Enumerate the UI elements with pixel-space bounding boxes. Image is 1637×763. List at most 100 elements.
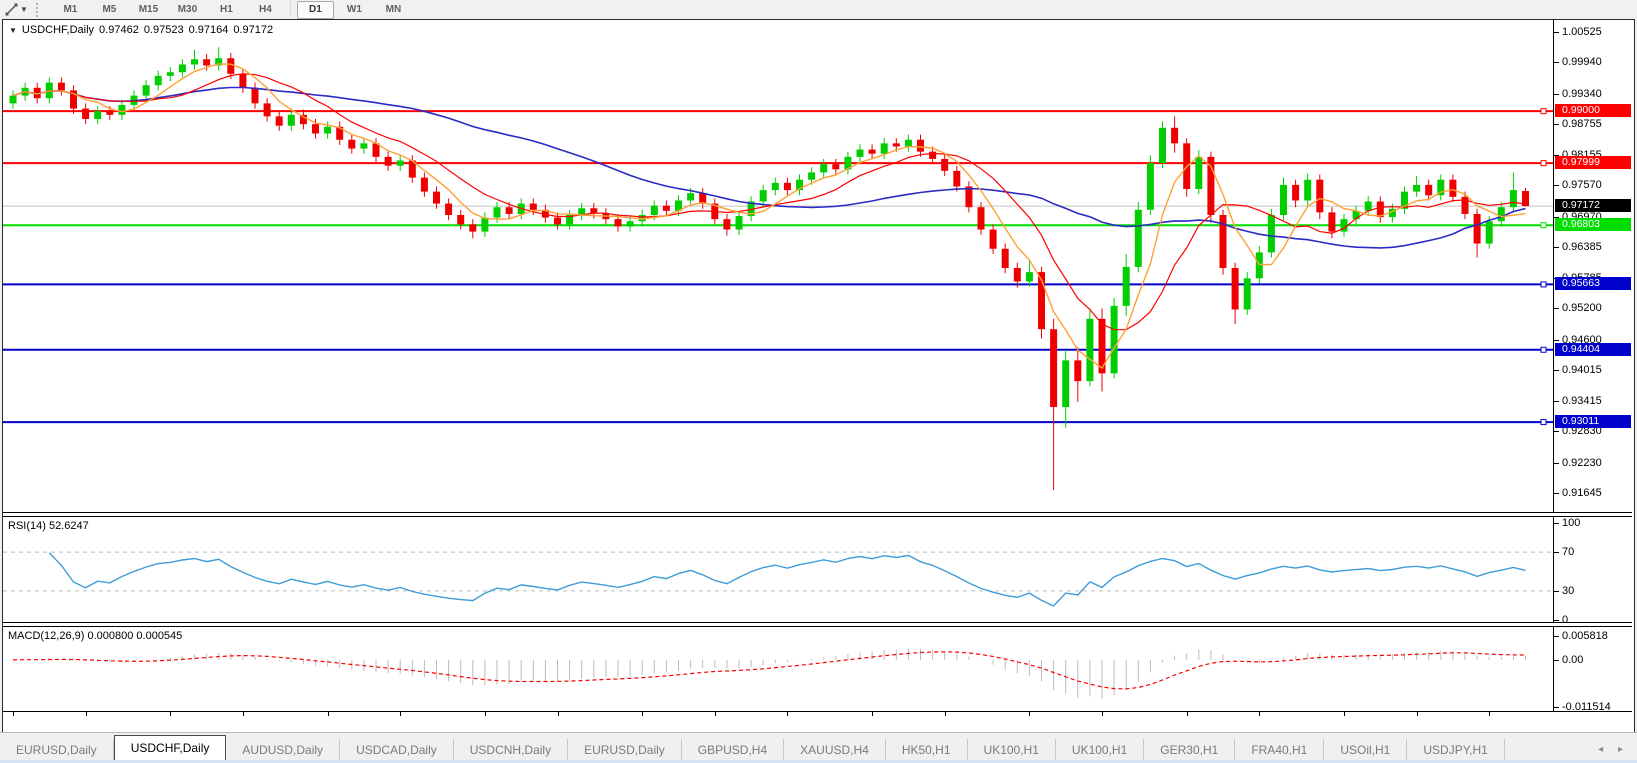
rsi-pane[interactable]: RSI(14) 52.6247 100 70 30 0 <box>3 517 1632 626</box>
price-tick-mark <box>1554 431 1559 433</box>
candle <box>783 182 791 191</box>
candle <box>1025 272 1033 282</box>
price-tick-mark <box>1554 62 1559 64</box>
candle <box>1134 209 1142 267</box>
candlestick-plot[interactable] <box>3 20 1553 512</box>
price-pane[interactable]: ▼ USDCHF,Daily 0.97462 0.97523 0.97164 0… <box>3 20 1632 512</box>
candle <box>1086 318 1094 382</box>
candle <box>856 149 864 157</box>
quote-high: 0.97523 <box>143 24 184 36</box>
line-study-tool-icon[interactable] <box>2 2 20 18</box>
timeframe-button-m15[interactable]: M15 <box>130 1 167 19</box>
chart-tab-usoil-h1[interactable]: USOil,H1 <box>1324 739 1408 761</box>
timeframe-button-w1[interactable]: W1 <box>336 1 373 19</box>
timeframe-button-m1[interactable]: M1 <box>52 1 89 19</box>
candle <box>1280 184 1287 215</box>
macd-plot[interactable] <box>3 627 1553 711</box>
timeframe-toolbar: ▼ M1 M5 M15 M30 H1 H4 D1 W1 MN <box>0 0 1637 19</box>
chart-tab-usdchf-daily[interactable]: USDCHF,Daily <box>113 735 227 761</box>
candle <box>1328 212 1336 232</box>
chart-tab-gbpusd-h4[interactable]: GBPUSD,H4 <box>682 739 785 761</box>
candle <box>1473 213 1481 244</box>
chart-tab-uk100-h1[interactable]: UK100,H1 <box>1056 739 1145 761</box>
date-tick-mark <box>242 712 244 716</box>
candle <box>1050 329 1058 408</box>
chart-tab-audusd-daily[interactable]: AUDUSD,Daily <box>226 739 341 761</box>
candle <box>1195 156 1203 190</box>
candle <box>735 216 743 230</box>
macd-tick-mark <box>1554 707 1559 708</box>
price-scale[interactable]: 1.00525 0.99940 0.99340 0.98755 0.98155 0.975… <box>1553 20 1632 512</box>
tab-scroll-arrows-icon[interactable]: ◂ ▸ <box>1598 744 1637 761</box>
date-tick-mark <box>1186 712 1188 716</box>
timeframe-button-mn[interactable]: MN <box>375 1 412 19</box>
candle <box>759 190 767 202</box>
date-tick-mark <box>85 712 87 716</box>
price-tick-label: 0.91645 <box>1562 487 1602 499</box>
tool-dropdown-caret-icon[interactable]: ▼ <box>20 5 28 14</box>
price-line-badge: 0.94404 <box>1555 342 1631 356</box>
candle <box>965 186 973 208</box>
rsi-tick-mark <box>1554 620 1559 621</box>
timeframe-button-h1[interactable]: H1 <box>208 1 245 19</box>
rsi-plot[interactable] <box>3 517 1553 622</box>
candle <box>1231 267 1239 310</box>
timeframe-button-m5[interactable]: M5 <box>91 1 128 19</box>
candle <box>1449 179 1457 197</box>
collapse-triangle-icon[interactable]: ▼ <box>9 26 17 35</box>
candle <box>687 193 695 201</box>
candle <box>142 85 150 96</box>
date-tick-mark <box>1489 712 1491 716</box>
macd-pane[interactable]: MACD(12,26,9) 0.000800 0.000545 0.005818… <box>3 627 1632 713</box>
date-tick-mark <box>170 712 172 716</box>
chart-tab-usdjpy-h1[interactable]: USDJPY,H1 <box>1407 739 1505 761</box>
candle <box>1243 278 1251 310</box>
candle <box>493 207 501 218</box>
candle <box>1171 127 1179 144</box>
candle <box>9 95 17 104</box>
price-tick-mark <box>1554 32 1559 33</box>
timeframe-button-h4[interactable]: H4 <box>247 1 284 19</box>
toolbar-grip[interactable] <box>35 2 43 17</box>
rsi-tick-mark <box>1554 523 1559 524</box>
date-tick-mark <box>1344 712 1345 716</box>
toolbar-separator <box>289 0 291 15</box>
price-tick-label: 0.98755 <box>1562 117 1602 130</box>
date-tick-mark <box>400 712 402 716</box>
price-tick-mark <box>1554 185 1559 187</box>
candle <box>445 203 453 215</box>
candle <box>396 160 404 166</box>
candle <box>1001 248 1009 268</box>
chart-tab-eurusd-daily[interactable]: EURUSD,Daily <box>0 739 114 761</box>
candle <box>457 214 465 225</box>
macd-scale[interactable]: 0.005818 0.00 -0.011514 <box>1553 627 1632 713</box>
price-line-badge: 0.97999 <box>1555 156 1631 170</box>
price-tick-label: 0.93415 <box>1562 395 1602 408</box>
rsi-tick-label: 70 <box>1562 546 1575 559</box>
price-tick-mark <box>1554 369 1559 371</box>
candle <box>166 72 174 76</box>
candle <box>904 139 912 147</box>
candle <box>154 75 162 86</box>
chart-tab-xauusd-h4[interactable]: XAUUSD,H4 <box>784 739 886 761</box>
rsi-scale[interactable]: 100 70 30 0 <box>1553 517 1632 626</box>
chart-tab-usdcnh-daily[interactable]: USDCNH,Daily <box>454 739 569 761</box>
chart-tab-ger30-h1[interactable]: GER30,H1 <box>1144 739 1236 761</box>
timeframe-button-m30[interactable]: M30 <box>169 1 206 19</box>
date-tick-mark <box>944 712 946 716</box>
rsi-tick-mark <box>1554 590 1559 592</box>
candle <box>1316 179 1324 213</box>
rsi-tick-mark <box>1554 552 1559 554</box>
chart-tab-usdcad-daily[interactable]: USDCAD,Daily <box>340 739 454 761</box>
date-tick-mark <box>484 712 486 716</box>
chart-tab-eurusd-daily[interactable]: EURUSD,Daily <box>568 739 682 761</box>
candle <box>312 124 319 134</box>
candle <box>178 64 186 73</box>
price-line-badge: 0.99000 <box>1555 104 1631 118</box>
chart-tab-hk50-h1[interactable]: HK50,H1 <box>886 739 968 761</box>
chart-tab-fra40-h1[interactable]: FRA40,H1 <box>1235 739 1325 761</box>
date-tick-mark <box>1029 712 1031 716</box>
timeframe-button-d1[interactable]: D1 <box>296 0 334 19</box>
macd-tick-label: 0.005818 <box>1562 630 1608 642</box>
chart-tab-uk100-h1[interactable]: UK100,H1 <box>968 739 1056 761</box>
